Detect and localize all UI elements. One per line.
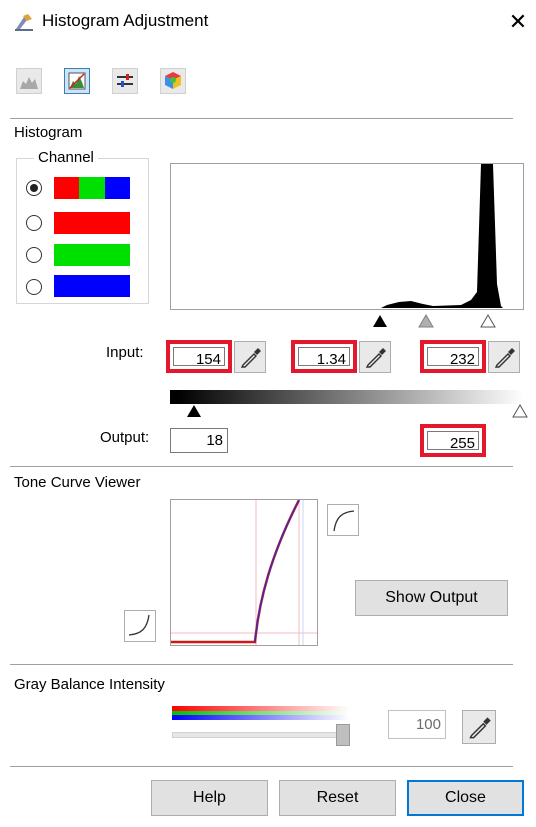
gray-balance-slider-track[interactable] bbox=[172, 732, 350, 738]
output-shadow-field[interactable]: 18 bbox=[170, 428, 228, 453]
channel-green-swatch[interactable] bbox=[54, 244, 130, 266]
channel-red-radio[interactable] bbox=[26, 215, 42, 231]
window-title: Histogram Adjustment bbox=[42, 11, 209, 30]
gray-balance-value-field[interactable]: 100 bbox=[388, 710, 446, 739]
channel-blue-swatch[interactable] bbox=[54, 275, 130, 297]
color-cube-icon bbox=[165, 72, 181, 89]
histogram-graph bbox=[170, 163, 524, 310]
channel-rgb-radio[interactable] bbox=[26, 180, 42, 196]
channel-rgb-swatch[interactable] bbox=[54, 177, 130, 199]
midtone-eyedropper-button[interactable] bbox=[359, 341, 391, 373]
separator bbox=[10, 664, 513, 665]
input-highlight-value: 232 bbox=[427, 347, 479, 368]
gray-balance-gradient bbox=[172, 706, 350, 720]
close-button[interactable]: Close bbox=[407, 780, 524, 816]
output-highlight-field[interactable]: 255 bbox=[420, 424, 486, 457]
channel-label: Channel bbox=[34, 149, 98, 166]
input-midtone-value: 1.34 bbox=[298, 347, 350, 368]
gray-balance-section-label: Gray Balance Intensity bbox=[14, 676, 165, 693]
balance-button[interactable] bbox=[112, 68, 138, 94]
show-output-button[interactable]: Show Output bbox=[355, 580, 508, 616]
histogram-adjust-button[interactable] bbox=[64, 68, 90, 94]
channel-green-radio[interactable] bbox=[26, 247, 42, 263]
curve-concave-icon bbox=[128, 614, 150, 636]
output-highlight-marker-icon[interactable] bbox=[512, 404, 528, 418]
histogram-view-button[interactable] bbox=[16, 68, 42, 94]
output-highlight-value: 255 bbox=[427, 431, 479, 452]
midtone-marker-icon[interactable] bbox=[418, 314, 434, 328]
shadow-marker-icon[interactable] bbox=[372, 314, 388, 328]
color-button[interactable] bbox=[160, 68, 186, 94]
tone-curve-section-label: Tone Curve Viewer bbox=[14, 474, 141, 491]
tone-curve-graph bbox=[170, 499, 318, 646]
highlight-marker-icon[interactable] bbox=[480, 314, 496, 328]
separator bbox=[10, 466, 513, 467]
highlight-eyedropper-button[interactable] bbox=[488, 341, 520, 373]
output-gradient-bar bbox=[170, 390, 524, 404]
output-shadow-marker-icon[interactable] bbox=[186, 404, 202, 418]
eyedropper-icon bbox=[240, 348, 261, 368]
histogram-adjust-icon bbox=[68, 72, 86, 90]
channel-red-swatch[interactable] bbox=[54, 212, 130, 234]
input-highlight-field[interactable]: 232 bbox=[420, 340, 486, 373]
curve-bottom-button[interactable] bbox=[124, 610, 156, 642]
gray-balance-eyedropper-button[interactable] bbox=[462, 710, 496, 744]
shadow-eyedropper-button[interactable] bbox=[234, 341, 266, 373]
histogram-section-label: Histogram bbox=[14, 124, 83, 141]
output-label: Output: bbox=[100, 429, 150, 446]
eyedropper-icon bbox=[469, 717, 491, 739]
input-label: Input: bbox=[106, 344, 144, 361]
channel-blue-radio[interactable] bbox=[26, 279, 42, 295]
sliders-icon bbox=[117, 74, 133, 87]
reset-button[interactable]: Reset bbox=[279, 780, 396, 816]
help-button[interactable]: Help bbox=[151, 780, 268, 816]
tone-curve-plot bbox=[171, 499, 317, 645]
close-window-icon[interactable]: ✕ bbox=[500, 6, 536, 38]
input-shadow-value: 154 bbox=[173, 347, 225, 368]
separator bbox=[10, 118, 513, 119]
separator bbox=[10, 766, 513, 767]
histogram-plot bbox=[381, 164, 503, 308]
input-midtone-field[interactable]: 1.34 bbox=[291, 340, 357, 373]
histogram-icon bbox=[20, 77, 38, 89]
input-shadow-field[interactable]: 154 bbox=[166, 340, 232, 373]
curve-top-button[interactable] bbox=[327, 504, 359, 536]
gray-balance-slider-thumb[interactable] bbox=[336, 724, 350, 746]
app-icon bbox=[15, 14, 33, 31]
eyedropper-icon bbox=[494, 348, 515, 368]
curve-convex-icon bbox=[333, 510, 355, 532]
eyedropper-icon bbox=[365, 348, 386, 368]
